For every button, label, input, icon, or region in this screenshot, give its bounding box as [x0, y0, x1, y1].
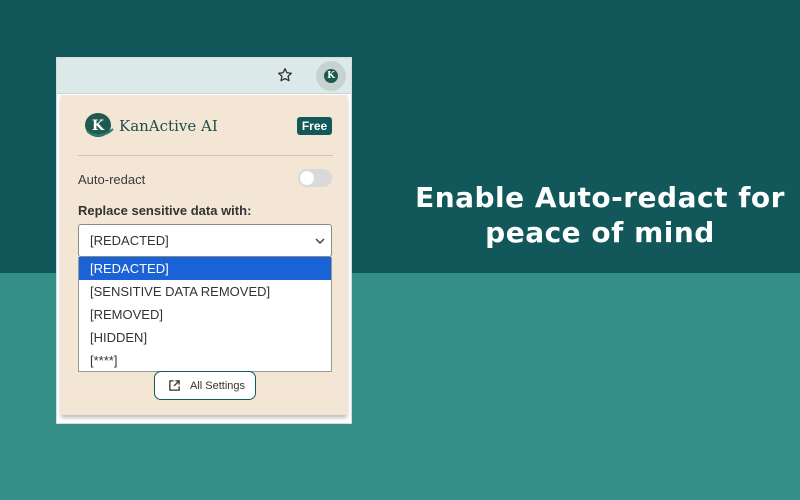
star-icon[interactable] — [275, 65, 295, 85]
select-value: [REDACTED] — [90, 233, 169, 248]
chevron-down-icon — [315, 238, 325, 245]
option-asterisks[interactable]: [****] — [79, 349, 331, 372]
option-sensitive-data-removed[interactable]: [SENSITIVE DATA REMOVED] — [79, 280, 331, 303]
toggle-knob — [300, 171, 314, 185]
browser-window: K K KanActive AI Free Auto-redact Replac… — [56, 57, 352, 424]
logo-letter: K — [92, 118, 105, 134]
extension-popup: K KanActive AI Free Auto-redact Replace … — [61, 95, 347, 415]
kanactive-k-icon: K — [324, 69, 338, 83]
divider — [78, 155, 333, 156]
extension-button[interactable]: K — [316, 61, 346, 91]
brand-name: KanActive AI — [119, 117, 218, 135]
replacement-options-list: [REDACTED] [SENSITIVE DATA REMOVED] [REM… — [78, 257, 332, 372]
all-settings-button[interactable]: All Settings — [154, 371, 256, 400]
browser-toolbar: K — [57, 58, 351, 94]
all-settings-label: All Settings — [190, 379, 246, 392]
auto-redact-toggle[interactable] — [298, 169, 332, 187]
replace-label: Replace sensitive data with: — [78, 203, 252, 218]
headline-line-1: Enable Auto-redact for — [415, 181, 785, 214]
headline-line-2: peace of mind — [485, 216, 715, 249]
promo-headline: Enable Auto-redact for peace of mind — [400, 180, 800, 250]
option-redacted[interactable]: [REDACTED] — [79, 257, 331, 280]
external-link-icon — [169, 380, 180, 391]
replacement-select[interactable]: [REDACTED] — [78, 224, 332, 257]
plan-badge: Free — [297, 117, 332, 135]
option-hidden[interactable]: [HIDDEN] — [79, 326, 331, 349]
option-removed[interactable]: [REMOVED] — [79, 303, 331, 326]
auto-redact-label: Auto-redact — [78, 172, 146, 187]
kanactive-logo-icon: K — [83, 111, 115, 139]
